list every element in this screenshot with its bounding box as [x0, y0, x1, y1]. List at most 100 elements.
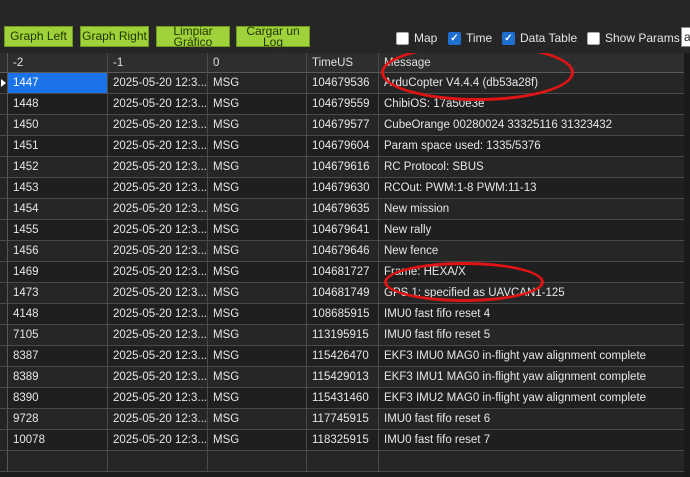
table-cell[interactable]: 2025-05-20 12:3... [108, 178, 208, 199]
table-cell[interactable]: 2025-05-20 12:3... [108, 304, 208, 325]
column-header[interactable]: Message [379, 53, 690, 73]
table-row[interactable]: 1447 2025-05-20 12:3... MSG 104679536 ArduCo… [0, 73, 690, 94]
table-cell[interactable]: 2025-05-20 12:3... [108, 346, 208, 367]
row-header[interactable] [0, 388, 8, 409]
table-cell[interactable]: ArduCopter V4.4.4 (db53a28f) [379, 73, 690, 94]
table-cell[interactable]: 108685915 [307, 304, 379, 325]
table-cell[interactable]: MSG [208, 94, 307, 115]
table-cell[interactable]: 1454 [8, 199, 108, 220]
table-cell[interactable]: MSG [208, 136, 307, 157]
table-cell[interactable]: 115426470 [307, 346, 379, 367]
table-cell[interactable]: 2025-05-20 12:3... [108, 199, 208, 220]
table-cell[interactable]: 2025-05-20 12:3... [108, 115, 208, 136]
table-cell[interactable]: MSG [208, 220, 307, 241]
table-cell[interactable]: 1453 [8, 178, 108, 199]
table-row[interactable]: 1453 2025-05-20 12:3... MSG 104679630 RCOut:… [0, 178, 690, 199]
data-table-checkbox[interactable]: ✓ Data Table [502, 30, 577, 46]
show-params-checkbox-box[interactable] [587, 31, 600, 45]
table-cell[interactable]: 1469 [8, 262, 108, 283]
table-cell[interactable]: MSG [208, 199, 307, 220]
row-header[interactable] [0, 136, 8, 157]
table-cell[interactable]: 104679559 [307, 94, 379, 115]
table-row[interactable]: 8389 2025-05-20 12:3... MSG 115429013 EKF3 I… [0, 367, 690, 388]
table-row[interactable]: 1450 2025-05-20 12:3... MSG 104679577 CubeOr… [0, 115, 690, 136]
table-row[interactable]: 4148 2025-05-20 12:3... MSG 108685915 IMU0 f… [0, 304, 690, 325]
table-cell[interactable]: 1447 [8, 73, 108, 94]
row-header[interactable] [0, 367, 8, 388]
table-row[interactable]: 1473 2025-05-20 12:3... MSG 104681749 GPS 1:… [0, 283, 690, 304]
table-cell[interactable]: 2025-05-20 12:3... [108, 388, 208, 409]
row-header[interactable] [0, 157, 8, 178]
table-cell[interactable]: 115431460 [307, 388, 379, 409]
table-cell[interactable]: 2025-05-20 12:3... [108, 283, 208, 304]
table-cell[interactable]: 2025-05-20 12:3... [108, 325, 208, 346]
row-header[interactable] [0, 283, 8, 304]
graph-left-button[interactable]: Graph Left [4, 26, 73, 47]
table-cell[interactable]: CubeOrange 00280024 33325116 31323432 [379, 115, 690, 136]
table-cell[interactable]: ChibiOS: 17a50e3e [379, 94, 690, 115]
table-cell[interactable]: EKF3 IMU0 MAG0 in-flight yaw alignment c… [379, 346, 690, 367]
table-cell[interactable]: RCOut: PWM:1-8 PWM:11-13 [379, 178, 690, 199]
row-header[interactable] [0, 304, 8, 325]
table-cell[interactable]: IMU0 fast fifo reset 5 [379, 325, 690, 346]
table-cell[interactable]: 1473 [8, 283, 108, 304]
time-checkbox[interactable]: ✓ Time [448, 30, 492, 46]
table-cell[interactable]: 1448 [8, 94, 108, 115]
row-header[interactable] [0, 115, 8, 136]
table-cell[interactable]: MSG [208, 73, 307, 94]
table-cell[interactable]: 8389 [8, 367, 108, 388]
table-cell[interactable]: MSG [208, 325, 307, 346]
table-cell[interactable]: 7105 [8, 325, 108, 346]
row-header-corner[interactable] [0, 53, 8, 73]
graph-right-button[interactable]: Graph Right [80, 26, 149, 47]
row-header[interactable] [0, 451, 8, 472]
table-cell[interactable]: 104679536 [307, 73, 379, 94]
table-row[interactable]: 10078 2025-05-20 12:3... MSG 118325915 IMU0 … [0, 430, 690, 451]
table-row[interactable]: 7105 2025-05-20 12:3... MSG 113195915 IMU0 f… [0, 325, 690, 346]
time-checkbox-box[interactable]: ✓ [448, 31, 461, 45]
table-cell[interactable]: IMU0 fast fifo reset 6 [379, 409, 690, 430]
row-header[interactable] [0, 199, 8, 220]
vertical-scrollbar[interactable] [684, 53, 690, 477]
table-cell[interactable]: MSG [208, 304, 307, 325]
table-cell[interactable]: IMU0 fast fifo reset 4 [379, 304, 690, 325]
table-cell[interactable]: 2025-05-20 12:3... [108, 409, 208, 430]
table-row[interactable]: 1448 2025-05-20 12:3... MSG 104679559 ChibiO… [0, 94, 690, 115]
row-header[interactable] [0, 220, 8, 241]
table-cell[interactable]: 117745915 [307, 409, 379, 430]
table-cell[interactable]: 2025-05-20 12:3... [108, 220, 208, 241]
table-cell[interactable]: 104679646 [307, 241, 379, 262]
table-cell[interactable]: 9728 [8, 409, 108, 430]
table-cell[interactable]: 104679635 [307, 199, 379, 220]
table-cell[interactable]: 104679630 [307, 178, 379, 199]
table-cell[interactable]: 1456 [8, 241, 108, 262]
column-header[interactable]: TimeUS [307, 53, 379, 73]
row-header[interactable] [0, 430, 8, 451]
table-row[interactable]: 1456 2025-05-20 12:3... MSG 104679646 New fe… [0, 241, 690, 262]
table-cell[interactable]: New mission [379, 199, 690, 220]
table-cell[interactable]: 104679604 [307, 136, 379, 157]
table-cell[interactable]: MSG [208, 346, 307, 367]
show-params-checkbox[interactable]: Show Params [587, 30, 680, 46]
table-cell[interactable]: MSG [208, 115, 307, 136]
row-header[interactable] [0, 409, 8, 430]
table-cell[interactable]: MSG [208, 283, 307, 304]
table-row[interactable]: 1455 2025-05-20 12:3... MSG 104679641 New ra… [0, 220, 690, 241]
row-header[interactable] [0, 94, 8, 115]
table-cell[interactable]: GPS 1: specified as UAVCAN1-125 [379, 283, 690, 304]
table-cell[interactable]: 115429013 [307, 367, 379, 388]
table-cell[interactable]: 10078 [8, 430, 108, 451]
table-cell[interactable]: Frame: HEXA/X [379, 262, 690, 283]
table-cell[interactable] [307, 451, 379, 472]
table-cell[interactable]: IMU0 fast fifo reset 7 [379, 430, 690, 451]
table-cell[interactable]: 2025-05-20 12:3... [108, 262, 208, 283]
table-cell[interactable]: 1455 [8, 220, 108, 241]
row-header[interactable] [0, 262, 8, 283]
table-cell[interactable] [108, 451, 208, 472]
table-cell[interactable]: 1452 [8, 157, 108, 178]
table-cell[interactable]: Param space used: 1335/5376 [379, 136, 690, 157]
row-header[interactable] [0, 325, 8, 346]
table-row[interactable]: 8387 2025-05-20 12:3... MSG 115426470 EKF3 I… [0, 346, 690, 367]
table-cell[interactable]: MSG [208, 409, 307, 430]
table-cell[interactable]: MSG [208, 241, 307, 262]
